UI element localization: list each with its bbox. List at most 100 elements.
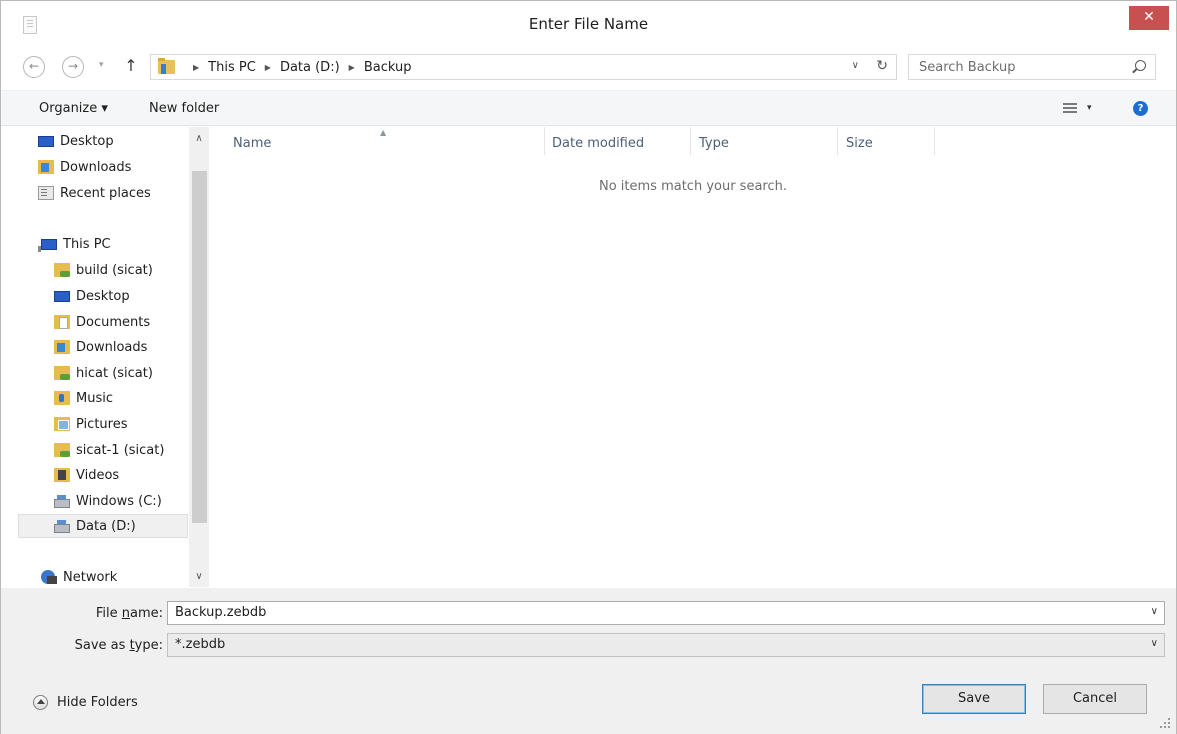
sidebar-item-downloads[interactable]: Downloads [38, 155, 209, 179]
scroll-up-icon[interactable]: ∧ [189, 133, 209, 144]
command-bar: Organize ▾ New folder ▾ ? [1, 90, 1176, 126]
recent-places-icon [38, 186, 54, 200]
save-type-label: Save as type: [13, 638, 163, 653]
network-share-folder-icon [54, 366, 70, 380]
label-text: ame: [129, 606, 163, 621]
recent-locations-dropdown[interactable]: ▾ [99, 60, 111, 70]
file-name-field[interactable]: Backup.zebdb ∨ [167, 601, 1165, 625]
sidebar-item-label: Data (D:) [76, 518, 136, 534]
column-divider[interactable] [544, 127, 545, 155]
sidebar-item-label: Desktop [76, 288, 130, 304]
save-button[interactable]: Save [922, 684, 1026, 714]
save-form: File name: Backup.zebdb ∨ Save as type: … [1, 588, 1176, 734]
sidebar-item-label: Desktop [60, 133, 114, 149]
column-divider[interactable] [934, 127, 935, 155]
sidebar-item-label: sicat-1 (sicat) [76, 442, 165, 458]
this-pc-icon [38, 238, 57, 252]
hide-folders-label: Hide Folders [57, 695, 138, 710]
chevron-right-icon: ▶ [193, 63, 200, 72]
chevron-right-icon[interactable]: ▶ [265, 63, 271, 72]
scroll-down-icon[interactable]: ∨ [189, 571, 209, 582]
sidebar-item-network[interactable]: Network [41, 565, 209, 587]
sidebar-scrollbar[interactable]: ∧ ∨ [189, 127, 209, 587]
desktop-icon [38, 135, 54, 147]
save-type-select[interactable]: *.zebdb ∨ [167, 633, 1165, 657]
file-list: Name ▲ Date modified Type Size No items … [210, 127, 1176, 587]
scrollbar-thumb[interactable] [192, 171, 207, 523]
sidebar-item-hicat-sicat[interactable]: hicat (sicat) [54, 361, 209, 385]
drive-icon [54, 519, 70, 533]
chevron-right-icon[interactable]: ▶ [349, 63, 355, 72]
label-text: Save as [74, 638, 130, 653]
sidebar-item-videos[interactable]: Videos [54, 463, 209, 487]
sidebar-item-recent-places[interactable]: Recent places [38, 181, 209, 205]
help-icon[interactable]: ? [1133, 101, 1148, 116]
breadcrumb: ▶ This PC ▶ Data (D:) ▶ Backup [184, 60, 411, 75]
title-bar: Enter File Name ✕ [1, 1, 1176, 48]
sidebar-item-label: This PC [63, 236, 111, 252]
resize-grip-icon[interactable] [1160, 718, 1170, 728]
new-folder-button[interactable]: New folder [149, 101, 219, 116]
file-name-label: File name: [13, 606, 163, 621]
downloads-folder-icon [54, 340, 70, 354]
sidebar-item-desktop[interactable]: Desktop [38, 129, 209, 153]
videos-folder-icon [54, 468, 70, 482]
window-title: Enter File Name [528, 15, 649, 33]
column-header-type[interactable]: Type [699, 136, 729, 151]
forward-button[interactable]: → [62, 56, 84, 78]
column-divider[interactable] [690, 127, 691, 155]
file-name-value[interactable]: Backup.zebdb [175, 605, 266, 620]
sidebar-item-downloads-folder[interactable]: Downloads [54, 335, 209, 359]
address-dropdown-icon[interactable]: ∨ [852, 60, 859, 71]
search-icon[interactable] [1135, 60, 1146, 71]
view-options-dropdown[interactable]: ▾ [1087, 103, 1092, 113]
sidebar-item-label: Videos [76, 467, 120, 483]
column-header-size[interactable]: Size [846, 136, 873, 151]
sidebar-item-pictures[interactable]: Pictures [54, 412, 209, 436]
sidebar-item-label: build (sicat) [76, 262, 153, 278]
navigation-bar: ← → ▾ ↑ ▶ This PC ▶ Data (D:) ▶ Backup ∨… [1, 50, 1176, 86]
column-header-name[interactable]: Name [233, 136, 271, 151]
save-type-value: *.zebdb [175, 637, 226, 652]
sidebar-item-windows-c[interactable]: Windows (C:) [54, 489, 209, 513]
search-placeholder: Search Backup [919, 60, 1016, 75]
column-divider[interactable] [837, 127, 838, 155]
sidebar-item-this-pc[interactable]: This PC [38, 232, 209, 256]
sidebar-item-desktop-folder[interactable]: Desktop [54, 284, 209, 308]
sidebar-item-documents[interactable]: Documents [54, 310, 209, 334]
music-folder-icon [54, 391, 70, 405]
sidebar-item-sicat-1[interactable]: sicat-1 (sicat) [54, 438, 209, 462]
access-key: n [121, 606, 130, 621]
chevron-down-icon[interactable]: ∨ [1151, 638, 1158, 649]
change-view-icon[interactable] [1063, 103, 1077, 115]
cancel-button[interactable]: Cancel [1043, 684, 1147, 714]
sidebar-item-build-sicat[interactable]: build (sicat) [54, 258, 209, 282]
breadcrumb-data-d[interactable]: Data (D:) [280, 60, 340, 75]
collapse-up-icon [33, 695, 48, 710]
up-button[interactable]: ↑ [122, 56, 140, 75]
back-button[interactable]: ← [23, 56, 45, 78]
network-share-folder-icon [54, 263, 70, 277]
sidebar-item-data-d[interactable]: Data (D:) [18, 514, 188, 538]
sidebar-item-label: Music [76, 390, 113, 406]
search-input[interactable]: Search Backup [908, 54, 1156, 80]
drive-icon [54, 494, 70, 508]
sidebar-item-music[interactable]: Music [54, 386, 209, 410]
breadcrumb-backup[interactable]: Backup [364, 60, 412, 75]
close-button[interactable]: ✕ [1129, 6, 1169, 30]
sidebar-item-label: Downloads [60, 159, 132, 175]
address-bar[interactable]: ▶ This PC ▶ Data (D:) ▶ Backup ∨ ↻ [150, 54, 897, 80]
hide-folders-button[interactable]: Hide Folders [33, 695, 138, 710]
breadcrumb-this-pc[interactable]: This PC [208, 60, 256, 75]
organize-button[interactable]: Organize ▾ [39, 101, 108, 116]
pictures-folder-icon [54, 417, 70, 431]
chevron-down-icon[interactable]: ∨ [1151, 606, 1158, 617]
refresh-button[interactable]: ↻ [876, 58, 888, 74]
column-header-date-modified[interactable]: Date modified [552, 136, 644, 151]
sidebar-item-label: Pictures [76, 416, 128, 432]
sidebar-item-label: hicat (sicat) [76, 365, 153, 381]
save-dialog: Enter File Name ✕ ← → ▾ ↑ ▶ This PC ▶ Da… [0, 0, 1177, 734]
desktop-folder-icon [54, 290, 70, 302]
sidebar-item-label: Recent places [60, 185, 151, 201]
network-icon [41, 570, 57, 584]
